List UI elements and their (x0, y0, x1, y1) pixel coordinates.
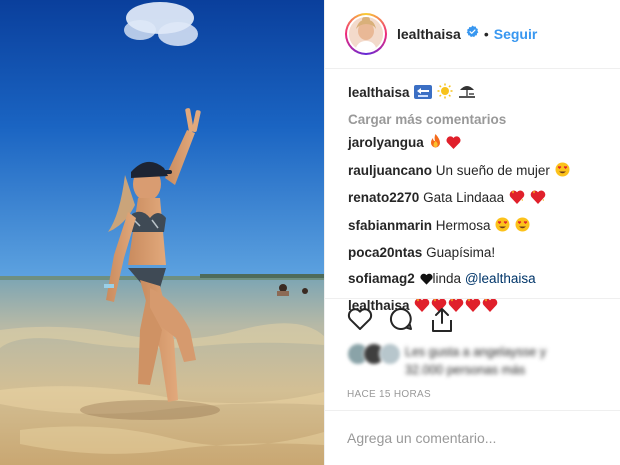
comment-username[interactable]: renato2270 (348, 190, 419, 205)
liker-avatars[interactable] (347, 343, 401, 365)
post-header: lealthaisa • Seguir (325, 0, 620, 69)
comment-username[interactable]: sofiamag2 (348, 271, 415, 286)
comment-text: Hermosa (435, 217, 491, 233)
comment-row: poca20ntas Guapísima! (348, 244, 620, 262)
black-heart-icon (419, 272, 433, 290)
action-bar (347, 307, 455, 338)
sparkling-heart-icon (530, 190, 546, 209)
comment-text: linda (432, 270, 462, 286)
divider (325, 298, 620, 299)
comment-text: Guapísima! (426, 245, 496, 260)
comment-text: Un sueño de mujer (435, 162, 550, 178)
follow-button[interactable]: Seguir (494, 26, 538, 42)
comment-text: Gata Lindaaa (423, 190, 505, 205)
comments-section: lealthaisa Cargar más comentarios jaroly… (325, 69, 620, 317)
fire-icon (429, 134, 442, 154)
add-comment-input[interactable] (347, 430, 597, 446)
red-heart-icon (446, 136, 461, 154)
post-username[interactable]: lealthaisa (397, 26, 461, 42)
comment-row: rauljuancano Un sueño de mujer (348, 162, 620, 182)
caption-username[interactable]: lealthaisa (348, 85, 410, 100)
post-timestamp[interactable]: HACE 15 HORAS (347, 389, 431, 400)
comment-username[interactable]: poca20ntas (348, 245, 422, 260)
sparkling-heart-icon (509, 190, 525, 209)
post-side-panel: lealthaisa • Seguir lealthaisa Cargar má… (324, 0, 620, 465)
mention-link[interactable]: @lealthaisa (465, 271, 536, 286)
heart-eyes-icon (495, 217, 510, 237)
sun-icon (437, 83, 453, 104)
caption: lealthaisa (348, 83, 620, 104)
post-photo[interactable] (0, 0, 324, 465)
load-more-comments-button[interactable]: Cargar más comentarios (348, 112, 620, 127)
heart-eyes-icon (515, 217, 530, 237)
share-icon[interactable] (429, 307, 455, 338)
verified-badge-icon (466, 25, 479, 43)
comment-row: jarolyangua (348, 134, 620, 154)
comment-icon[interactable] (388, 307, 414, 338)
comment-username[interactable]: jarolyangua (348, 135, 424, 150)
separator-dot: • (483, 26, 489, 42)
comment-username[interactable]: rauljuancano (348, 163, 432, 178)
avatar-story-ring[interactable] (345, 13, 387, 55)
heart-icon[interactable] (347, 307, 373, 338)
heart-eyes-icon (555, 162, 570, 182)
comment-row: sfabianmarin Hermosa (348, 217, 620, 237)
comment-row: sofiamag2 linda @lealthaisa (348, 270, 620, 290)
beach-umbrella-icon (458, 83, 476, 104)
comment-row: renato2270 Gata Lindaaa (348, 189, 620, 209)
likes-summary: Les gusta a angelaysse y 32.000 personas… (347, 343, 546, 379)
sparkling-heart-icon (482, 298, 498, 317)
back-arrow-sign-icon (414, 85, 433, 104)
avatar[interactable] (349, 17, 383, 51)
sparkling-heart-icon (465, 298, 481, 317)
divider (325, 410, 620, 411)
comment-username[interactable]: sfabianmarin (348, 218, 432, 233)
likes-text[interactable]: Les gusta a angelaysse y 32.000 personas… (405, 343, 546, 379)
instagram-post: lealthaisa • Seguir lealthaisa Cargar má… (0, 0, 620, 465)
